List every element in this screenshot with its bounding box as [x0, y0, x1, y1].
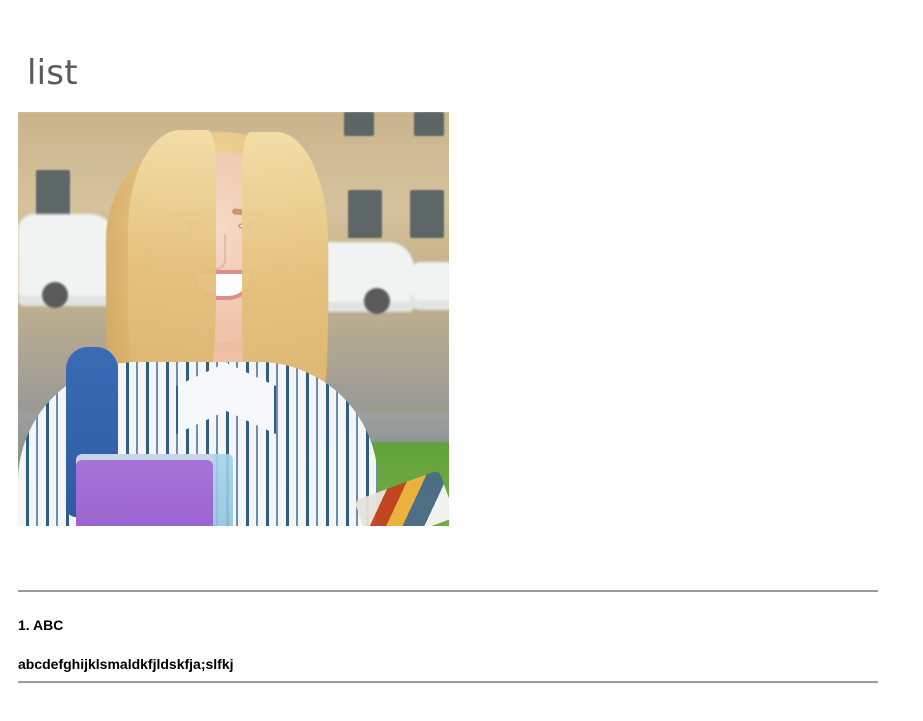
notebook-purple [76, 460, 213, 526]
hero-image [18, 112, 449, 526]
building-window [410, 190, 444, 238]
car-wheel [364, 288, 390, 314]
divider-bottom [18, 681, 878, 683]
car-wheel [42, 282, 68, 308]
building-window [348, 190, 382, 238]
building-window [344, 112, 374, 136]
list-item-heading: 1. ABC [18, 617, 64, 633]
list-item-text: abcdefghijklsmaldkfjldskfja;slfkj [18, 656, 234, 672]
page-title: list [27, 53, 78, 93]
background-car [410, 262, 449, 310]
building-window [36, 170, 70, 218]
divider-top [18, 590, 878, 592]
building-window [414, 112, 444, 136]
